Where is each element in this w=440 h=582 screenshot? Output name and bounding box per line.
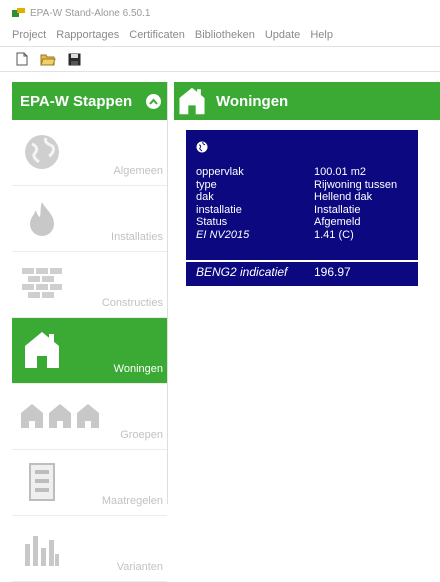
property-key: Status bbox=[196, 216, 228, 228]
sidebar-item-varianten[interactable]: Varianten bbox=[12, 516, 167, 582]
property-key: type bbox=[196, 178, 217, 191]
dwelling-properties: oppervlak 100.01 m2 type Rijwoning tusse… bbox=[196, 166, 418, 241]
houses-group-icon bbox=[20, 394, 100, 438]
sidebar-item-algemeen[interactable]: Algemeen bbox=[12, 120, 167, 186]
wall-icon bbox=[20, 262, 64, 306]
sidebar-header: EPA-W Stappen bbox=[12, 82, 167, 120]
globe-icon bbox=[20, 130, 64, 174]
property-value: Afgemeld bbox=[314, 216, 361, 228]
property-value: Rijwoning tussen bbox=[314, 178, 398, 191]
menu-update[interactable]: Update bbox=[265, 29, 300, 41]
property-row: Status Afgemeld bbox=[196, 216, 418, 229]
house-icon bbox=[20, 328, 64, 372]
menu-help[interactable]: Help bbox=[310, 29, 333, 41]
main-header: Woningen bbox=[174, 82, 440, 120]
property-key: EI NV2015 bbox=[196, 228, 250, 241]
property-value: Hellend dak bbox=[314, 191, 373, 203]
property-value: 1.41 (C) bbox=[314, 228, 354, 241]
property-row: type Rijwoning tussen bbox=[196, 179, 418, 192]
sidebar-item-label: Installaties bbox=[111, 231, 163, 243]
sidebar-item-label: Groepen bbox=[120, 429, 163, 441]
window-title: EPA-W Stand-Alone 6.50.1 bbox=[30, 7, 151, 19]
app-logo-icon bbox=[12, 8, 26, 18]
sidebar-item-label: Maatregelen bbox=[101, 495, 163, 507]
property-value: 100.01 m2 bbox=[314, 166, 366, 178]
sidebar-item-woningen[interactable]: Woningen bbox=[12, 318, 167, 384]
page-title: Woningen bbox=[216, 92, 289, 110]
menu-rapportages[interactable]: Rapportages bbox=[56, 29, 119, 41]
property-row: EI NV2015 1.41 (C) bbox=[196, 229, 418, 242]
dwelling-card[interactable]: oppervlak 100.01 m2 type Rijwoning tusse… bbox=[186, 130, 418, 286]
property-value: Installatie bbox=[314, 203, 361, 216]
steps-sidebar: EPA-W Stappen Algemeen Installaties Cons… bbox=[12, 82, 168, 582]
sidebar-title: EPA-W Stappen bbox=[20, 92, 133, 110]
property-key: dak bbox=[196, 191, 214, 203]
title-bar: EPA-W Stand-Alone 6.50.1 bbox=[0, 0, 440, 26]
house-icon bbox=[174, 82, 210, 120]
sidebar-item-label: Woningen bbox=[113, 363, 163, 375]
property-row: oppervlak 100.01 m2 bbox=[196, 166, 418, 179]
toolbar bbox=[0, 46, 440, 72]
save-disk-icon[interactable] bbox=[66, 51, 82, 67]
sidebar-item-groepen[interactable]: Groepen bbox=[12, 384, 167, 450]
collapse-up-icon[interactable] bbox=[146, 93, 161, 109]
property-key: installatie bbox=[196, 203, 242, 216]
open-folder-icon[interactable] bbox=[40, 51, 56, 67]
sidebar-item-maatregelen[interactable]: Maatregelen bbox=[12, 450, 167, 516]
menu-bibliotheken[interactable]: Bibliotheken bbox=[195, 29, 255, 41]
menu-project[interactable]: Project bbox=[12, 29, 46, 41]
sidebar-item-label: Varianten bbox=[116, 561, 163, 573]
bar-chart-icon bbox=[20, 526, 64, 570]
beng2-row: BENG2 indicatief 196.97 bbox=[186, 260, 418, 282]
sidebar-item-constructies[interactable]: Constructies bbox=[12, 252, 167, 318]
sidebar-item-installaties[interactable]: Installaties bbox=[12, 186, 167, 252]
measures-icon bbox=[20, 460, 64, 504]
menu-certificaten[interactable]: Certificaten bbox=[129, 29, 185, 41]
beng2-label: BENG2 indicatief bbox=[196, 265, 288, 279]
property-key: oppervlak bbox=[196, 166, 244, 178]
sidebar-item-label: Algemeen bbox=[113, 165, 163, 177]
globe-icon bbox=[196, 140, 208, 153]
new-file-icon[interactable] bbox=[14, 51, 30, 67]
sidebar-item-label: Constructies bbox=[101, 297, 163, 309]
property-row: dak Hellend dak bbox=[196, 191, 418, 204]
menu-bar: Project Rapportages Certificaten Bibliot… bbox=[0, 26, 440, 44]
property-row: installatie Installatie bbox=[196, 204, 418, 217]
beng2-value: 196.97 bbox=[314, 265, 351, 279]
flame-icon bbox=[20, 196, 64, 240]
